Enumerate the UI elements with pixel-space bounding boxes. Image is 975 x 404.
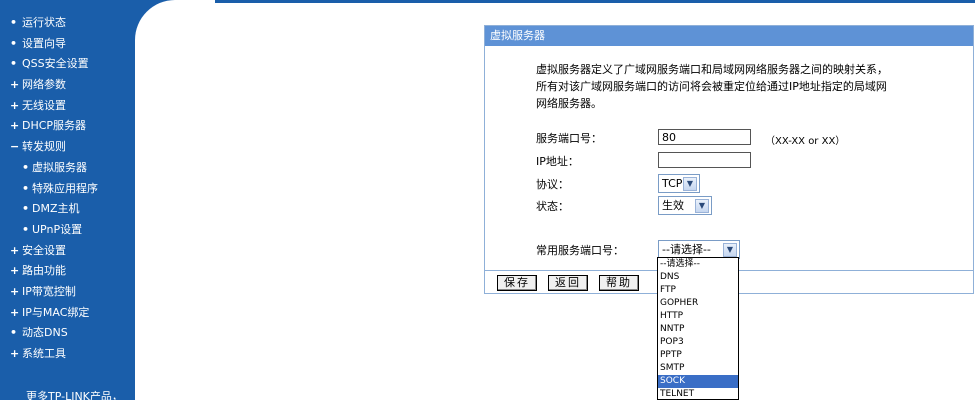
sidebar-item[interactable]: + IP带宽控制 [10, 282, 98, 303]
bullet-icon: • [10, 16, 18, 29]
sidebar-item[interactable]: • 动态DNS [10, 323, 98, 344]
sidebar-item-label: IP与MAC绑定 [22, 305, 90, 319]
sidebar-item-label: 转发规则 [22, 140, 66, 154]
sidebar-item[interactable]: + 无线设置 [10, 96, 98, 117]
sidebar-item[interactable]: • 设置向导 [10, 34, 98, 55]
sidebar-item-label: 系统工具 [22, 347, 66, 360]
protocol-select[interactable]: TCP ▼ [658, 174, 700, 193]
corner-curve [135, 0, 215, 80]
status-value: 生效 [662, 199, 684, 212]
sidebar-item[interactable]: • DMZ主机 [10, 199, 98, 220]
help-button[interactable]: 帮助 [599, 275, 639, 291]
sidebar-item-label: 设置向导 [22, 36, 66, 50]
status-label: 状态： [536, 200, 569, 213]
common-port-dropdown-list[interactable]: --请选择-- DNS FTP GOPHER HTTP NNTP POP3 PPTP SMTP S… [657, 257, 739, 400]
chevron-down-icon[interactable]: ▼ [695, 198, 709, 213]
bullet-icon: • [10, 36, 18, 50]
back-button[interactable]: 返回 [548, 275, 588, 291]
ip-input[interactable] [658, 152, 751, 168]
panel-title: 虚拟服务器 [485, 26, 973, 46]
dropdown-option[interactable]: PPTP [658, 349, 738, 362]
sidebar-item[interactable]: • 特殊应用程序 [10, 179, 98, 200]
sidebar-item-label: DHCP服务器 [22, 119, 87, 133]
port-label: 服务端口号： [536, 132, 602, 145]
sidebar-item[interactable]: + 路由功能 [10, 261, 98, 282]
protocol-label: 协议： [536, 178, 569, 191]
top-border [135, 0, 975, 3]
expand-icon: + [10, 347, 20, 360]
bullet-icon: • [22, 160, 30, 174]
description-line: 网络服务器。 [536, 97, 602, 110]
description: 虚拟服务器定义了广域网服务端口和局域网网络服务器之间的映射关系， 所有对该广域网… [536, 61, 888, 112]
dropdown-option[interactable]: FTP [658, 284, 738, 297]
expand-icon: + [10, 264, 20, 278]
sidebar-item-label: UPnP设置 [32, 222, 83, 236]
expand-icon: + [10, 243, 20, 257]
sidebar-item-label: 无线设置 [22, 98, 66, 112]
sidebar-item[interactable]: + 安全设置 [10, 241, 98, 262]
sidebar-item[interactable]: + IP与MAC绑定 [10, 303, 98, 324]
bullet-icon: • [22, 202, 30, 216]
dropdown-option[interactable]: POP3 [658, 336, 738, 349]
sidebar-item[interactable]: + 系统工具 [10, 344, 98, 365]
expand-icon: + [10, 305, 20, 319]
expand-icon: + [10, 284, 20, 298]
sidebar-item[interactable]: • 虚拟服务器 [10, 158, 98, 179]
bullet-icon: • [10, 326, 18, 340]
bullet-icon: • [22, 222, 30, 236]
more-products-link[interactable]: 更多TP-LINK产品， [26, 388, 123, 404]
chevron-down-icon[interactable]: ▼ [683, 176, 697, 191]
dropdown-option[interactable]: GOPHER [658, 297, 738, 310]
dropdown-option[interactable]: DNS [658, 271, 738, 284]
sidebar-item-label: 运行状态 [22, 16, 66, 29]
ip-label: IP地址： [536, 155, 579, 168]
dropdown-option[interactable]: --请选择-- [658, 258, 738, 271]
expand-icon: + [10, 98, 20, 112]
dropdown-option[interactable]: TELNET [658, 388, 738, 399]
sidebar-item-label: DMZ主机 [32, 202, 80, 216]
sidebar-item-label: 虚拟服务器 [32, 160, 87, 174]
sidebar: • 运行状态 • 设置向导 • QSS安全设置 + 网络参数 + 无线设置 + DHCP服务器 − 转发规… [0, 0, 135, 403]
sidebar-item-label: QSS安全设置 [22, 57, 89, 71]
bullet-icon: • [10, 57, 18, 71]
dropdown-option[interactable]: HTTP [658, 310, 738, 323]
protocol-value: TCP [662, 177, 683, 190]
sidebar-menu: • 运行状态 • 设置向导 • QSS安全设置 + 网络参数 + 无线设置 + DHCP服务器 − 转发规… [10, 13, 98, 365]
sidebar-item-label: 动态DNS [22, 326, 68, 340]
sidebar-item[interactable]: + DHCP服务器 [10, 116, 98, 137]
sidebar-item-label: 路由功能 [22, 264, 66, 278]
expand-icon: + [10, 78, 20, 92]
sidebar-item-label: 网络参数 [22, 78, 66, 92]
dropdown-option[interactable]: NNTP [658, 323, 738, 336]
expand-icon: + [10, 119, 20, 133]
sidebar-item-label: 安全设置 [22, 243, 66, 257]
sidebar-item[interactable]: + 网络参数 [10, 75, 98, 96]
port-hint: （XX-XX or XX） [765, 136, 846, 147]
bullet-icon: • [22, 181, 30, 195]
sidebar-item[interactable]: • QSS安全设置 [10, 54, 98, 75]
description-line: 虚拟服务器定义了广域网服务端口和局域网网络服务器之间的映射关系， [536, 63, 888, 76]
sidebar-item[interactable]: • UPnP设置 [10, 220, 98, 241]
collapse-icon: − [10, 140, 20, 154]
description-line: 所有对该广域网服务端口的访问将会被重定位给通过IP地址指定的局域网 [536, 80, 887, 93]
sidebar-item[interactable]: − 转发规则 [10, 137, 98, 158]
dropdown-option[interactable]: SMTP [658, 362, 738, 375]
sidebar-item-label: IP带宽控制 [22, 284, 76, 298]
sidebar-item[interactable]: • 运行状态 [10, 13, 98, 34]
save-button[interactable]: 保存 [497, 275, 537, 291]
chevron-down-icon[interactable]: ▼ [723, 242, 737, 257]
dropdown-option[interactable]: SOCK [658, 375, 738, 388]
status-select[interactable]: 生效 ▼ [658, 196, 712, 215]
port-input[interactable] [658, 129, 751, 145]
common-port-label: 常用服务端口号： [536, 244, 624, 257]
common-port-value: --请选择-- [662, 243, 711, 256]
sidebar-item-label: 特殊应用程序 [32, 181, 98, 195]
virtual-server-panel: 虚拟服务器 虚拟服务器定义了广域网服务端口和局域网网络服务器之间的映射关系， 所… [484, 25, 974, 294]
